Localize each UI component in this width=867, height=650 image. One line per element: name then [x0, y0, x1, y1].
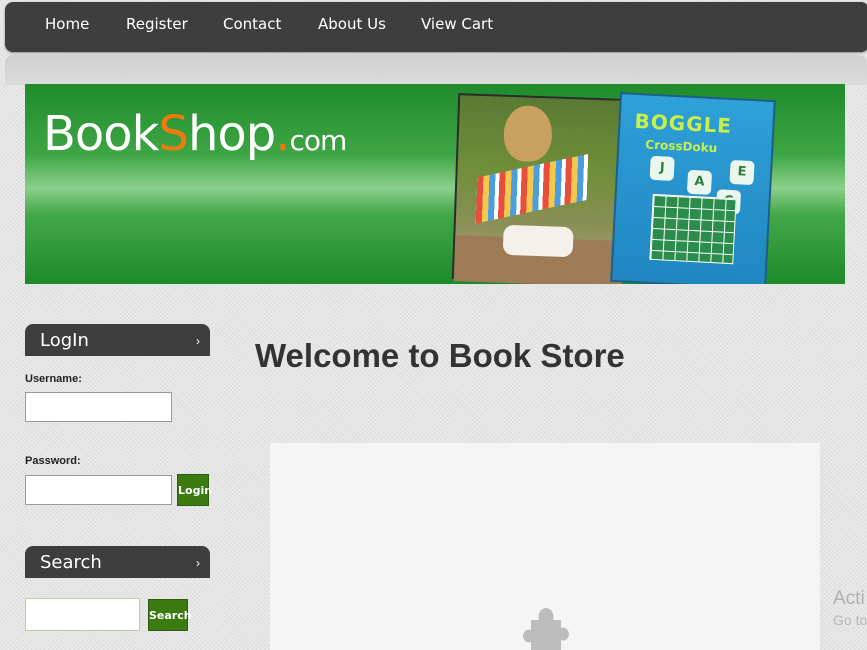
activation-watermark: Acti [833, 588, 865, 609]
search-input[interactable] [25, 598, 140, 631]
username-input[interactable] [25, 392, 172, 422]
chevron-right-icon: › [196, 334, 200, 348]
boggle-game-box-image: BOGGLE CrossDoku J A C E [610, 92, 776, 284]
nav-contact-link[interactable]: Contact [223, 15, 281, 33]
girl-reading-photo [451, 93, 627, 284]
site-banner: BookShop.com BOGGLE CrossDoku J A C E [25, 84, 845, 284]
nav-about-us-link[interactable]: About Us [318, 15, 386, 33]
chevron-right-icon: › [196, 556, 200, 570]
page-title: Welcome to Book Store [255, 337, 625, 374]
login-button[interactable]: Login [177, 474, 212, 506]
nav-view-cart-link[interactable]: View Cart [421, 15, 493, 33]
nav-register-link[interactable]: Register [126, 15, 188, 33]
nav-home-link[interactable]: Home [45, 15, 89, 33]
top-navigation: Home Register Contact About Us View Cart [5, 2, 867, 52]
puzzle-piece-icon [523, 608, 569, 650]
username-label: Username: [25, 373, 82, 385]
site-logo[interactable]: BookShop.com [43, 106, 347, 162]
password-label: Password: [25, 455, 81, 467]
activation-watermark-sub: Go to [833, 612, 867, 628]
login-panel-header: LogIn › [25, 324, 210, 356]
password-input[interactable] [25, 475, 172, 505]
search-button[interactable]: Search [148, 599, 192, 631]
search-panel-header: Search › [25, 546, 210, 578]
